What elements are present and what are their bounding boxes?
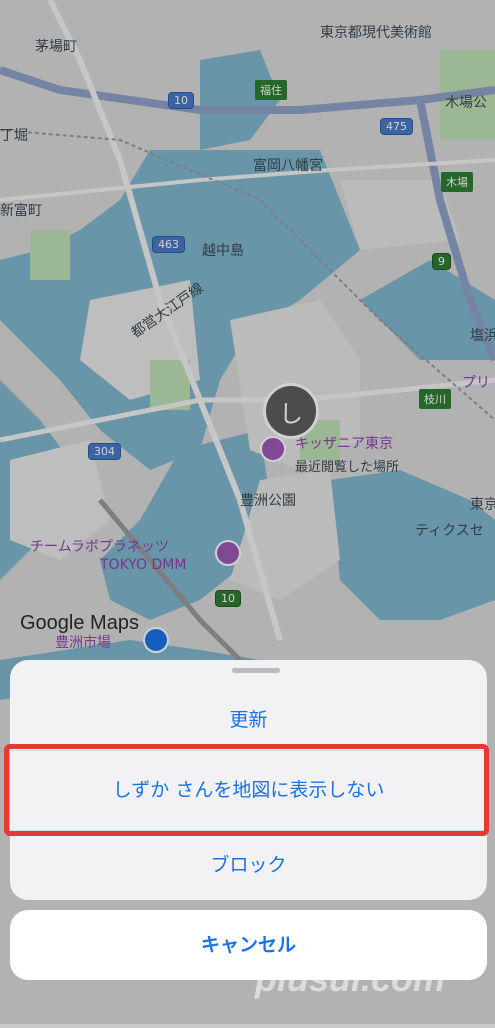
block-button[interactable]: ブロック — [10, 845, 487, 885]
highlight-frame — [4, 744, 489, 836]
refresh-button[interactable]: 更新 — [10, 700, 487, 740]
sheet-handle[interactable] — [232, 668, 280, 673]
watermark: plusul.com — [255, 958, 446, 999]
